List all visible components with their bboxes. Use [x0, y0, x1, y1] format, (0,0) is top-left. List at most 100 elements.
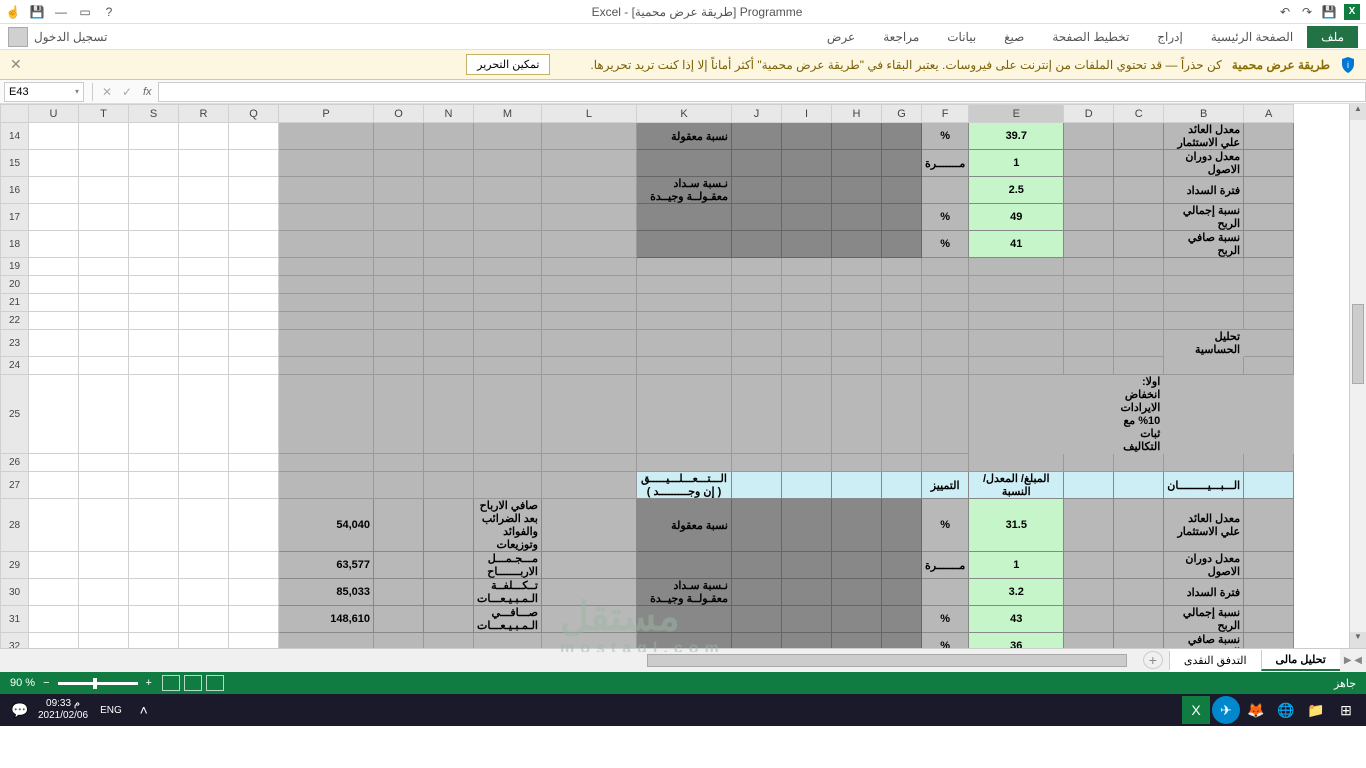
taskbar-clock[interactable]: 09:33 م2021/02/06: [38, 698, 88, 722]
col-header-B[interactable]: B: [1164, 105, 1244, 123]
row-header-21[interactable]: 21: [1, 294, 29, 312]
maximize-icon[interactable]: ▭: [78, 5, 92, 19]
taskbar-telegram-icon[interactable]: ✈: [1212, 696, 1240, 724]
horizontal-scrollbar[interactable]: [6, 652, 1131, 669]
row-header-17[interactable]: 17: [1, 204, 29, 231]
col-header-E[interactable]: E: [969, 105, 1064, 123]
tab-insert[interactable]: إدراج: [1143, 26, 1197, 48]
page-break-view-icon[interactable]: [206, 675, 224, 691]
col-header-H[interactable]: H: [831, 105, 881, 123]
sheet-tab-other[interactable]: التدفق النقدى: [1169, 651, 1261, 670]
login-button[interactable]: تسجيل الدخول: [8, 27, 107, 47]
close-bar-icon[interactable]: ✕: [10, 56, 22, 73]
row-header-16[interactable]: 16: [1, 177, 29, 204]
protected-label: طريقة عرض محمية: [1232, 58, 1330, 72]
col-header-R[interactable]: R: [179, 105, 229, 123]
tab-view[interactable]: عرض: [813, 26, 869, 48]
col-header-D[interactable]: D: [1064, 105, 1114, 123]
titlebar: ☝ 💾 — ▭ ? Programme [طريقة عرض محمية] - …: [0, 0, 1366, 24]
row-header-19[interactable]: 19: [1, 258, 29, 276]
col-header-P[interactable]: P: [279, 105, 374, 123]
taskbar-firefox-icon[interactable]: 🦊: [1242, 696, 1270, 724]
row-header-23[interactable]: 23: [1, 330, 29, 357]
taskbar-start-icon[interactable]: ⊞: [1332, 696, 1360, 724]
col-header-Q[interactable]: Q: [229, 105, 279, 123]
col-header-G[interactable]: G: [881, 105, 921, 123]
row-header-24[interactable]: 24: [1, 357, 29, 375]
spreadsheet-grid[interactable]: UTSRQPONMLKJIHGFEDCBA14نسبة معقولة%39.7م…: [0, 104, 1366, 648]
col-header-O[interactable]: O: [374, 105, 424, 123]
row-header-30[interactable]: 30: [1, 579, 29, 606]
row-header-32[interactable]: 32: [1, 633, 29, 649]
tab-review[interactable]: مراجعة: [869, 26, 933, 48]
windows-taskbar: 💬 09:33 م2021/02/06 ENG ˄ X ✈ 🦊 🌐 📁 ⊞: [0, 694, 1366, 726]
tray-up-icon[interactable]: ˄: [130, 696, 158, 724]
formula-input[interactable]: [158, 82, 1366, 102]
row-header-20[interactable]: 20: [1, 276, 29, 294]
sheet-tab-active[interactable]: تحليل مالى: [1261, 650, 1340, 671]
col-header-K[interactable]: K: [636, 105, 731, 123]
undo-icon[interactable]: ↶: [1278, 5, 1292, 19]
row-header-29[interactable]: 29: [1, 552, 29, 579]
row-header-14[interactable]: 14: [1, 123, 29, 150]
taskbar-edge-icon[interactable]: 🌐: [1272, 696, 1300, 724]
excel-logo-icon: X: [1344, 4, 1360, 20]
row-header-18[interactable]: 18: [1, 231, 29, 258]
row-header-26[interactable]: 26: [1, 454, 29, 472]
help-icon[interactable]: ?: [102, 5, 116, 19]
tab-home[interactable]: الصفحة الرئيسية: [1197, 26, 1307, 48]
zoom-out-icon[interactable]: −: [43, 677, 49, 689]
cancel-formula-icon[interactable]: ✕: [97, 85, 117, 99]
zoom-in-icon[interactable]: +: [146, 677, 152, 689]
col-header-I[interactable]: I: [781, 105, 831, 123]
qat-save-icon[interactable]: 💾: [1322, 5, 1336, 19]
tab-file[interactable]: ملف: [1307, 26, 1358, 48]
add-sheet-button[interactable]: +: [1143, 651, 1163, 669]
taskbar-excel-icon[interactable]: X: [1182, 696, 1210, 724]
tab-data[interactable]: بيانات: [933, 26, 990, 48]
col-header-N[interactable]: N: [424, 105, 474, 123]
scroll-up-icon[interactable]: ▲: [1350, 104, 1366, 120]
row-header-22[interactable]: 22: [1, 312, 29, 330]
col-header-T[interactable]: T: [79, 105, 129, 123]
tab-formulas[interactable]: صيغ: [990, 26, 1038, 48]
name-box[interactable]: E43: [4, 82, 84, 102]
minimize-icon[interactable]: —: [54, 5, 68, 19]
svg-text:i: i: [1347, 60, 1349, 70]
avatar-icon: [8, 27, 28, 47]
col-header-J[interactable]: J: [731, 105, 781, 123]
notification-icon[interactable]: 💬: [6, 696, 34, 724]
page-layout-view-icon[interactable]: [184, 675, 202, 691]
fx-icon[interactable]: fx: [137, 86, 158, 98]
col-header-M[interactable]: M: [474, 105, 542, 123]
tab-layout[interactable]: تخطيط الصفحة: [1038, 26, 1143, 48]
sheet-tab-bar: ◀ ▶ تحليل مالى التدفق النقدى +: [0, 648, 1366, 672]
col-header-A[interactable]: A: [1244, 105, 1294, 123]
save-icon[interactable]: 💾: [30, 5, 44, 19]
vertical-scrollbar[interactable]: ▲ ▼: [1349, 104, 1366, 648]
accept-formula-icon[interactable]: ✓: [117, 85, 137, 99]
col-header-C[interactable]: C: [1114, 105, 1164, 123]
row-header-31[interactable]: 31: [1, 606, 29, 633]
row-header-15[interactable]: 15: [1, 150, 29, 177]
col-header-U[interactable]: U: [29, 105, 79, 123]
row-header-25[interactable]: 25: [1, 375, 29, 454]
col-header-S[interactable]: S: [129, 105, 179, 123]
touch-mode-icon[interactable]: ☝: [6, 5, 20, 19]
col-header-L[interactable]: L: [541, 105, 636, 123]
scroll-thumb[interactable]: [1352, 304, 1364, 384]
normal-view-icon[interactable]: [162, 675, 180, 691]
col-header-F[interactable]: F: [921, 105, 968, 123]
row-header-28[interactable]: 28: [1, 499, 29, 552]
row-header-27[interactable]: 27: [1, 472, 29, 499]
window-title: Programme [طريقة عرض محمية] - Excel: [116, 5, 1278, 19]
redo-icon[interactable]: ↷: [1300, 5, 1314, 19]
scroll-down-icon[interactable]: ▼: [1350, 632, 1366, 648]
sheet-nav[interactable]: ◀ ▶: [1340, 649, 1366, 672]
taskbar-lang[interactable]: ENG: [96, 705, 126, 716]
h-scroll-thumb[interactable]: [647, 654, 1127, 667]
zoom-slider[interactable]: [58, 682, 138, 685]
enable-editing-button[interactable]: تمكين التحرير: [466, 54, 550, 75]
taskbar-explorer-icon[interactable]: 📁: [1302, 696, 1330, 724]
zoom-value[interactable]: 90 %: [10, 677, 35, 689]
